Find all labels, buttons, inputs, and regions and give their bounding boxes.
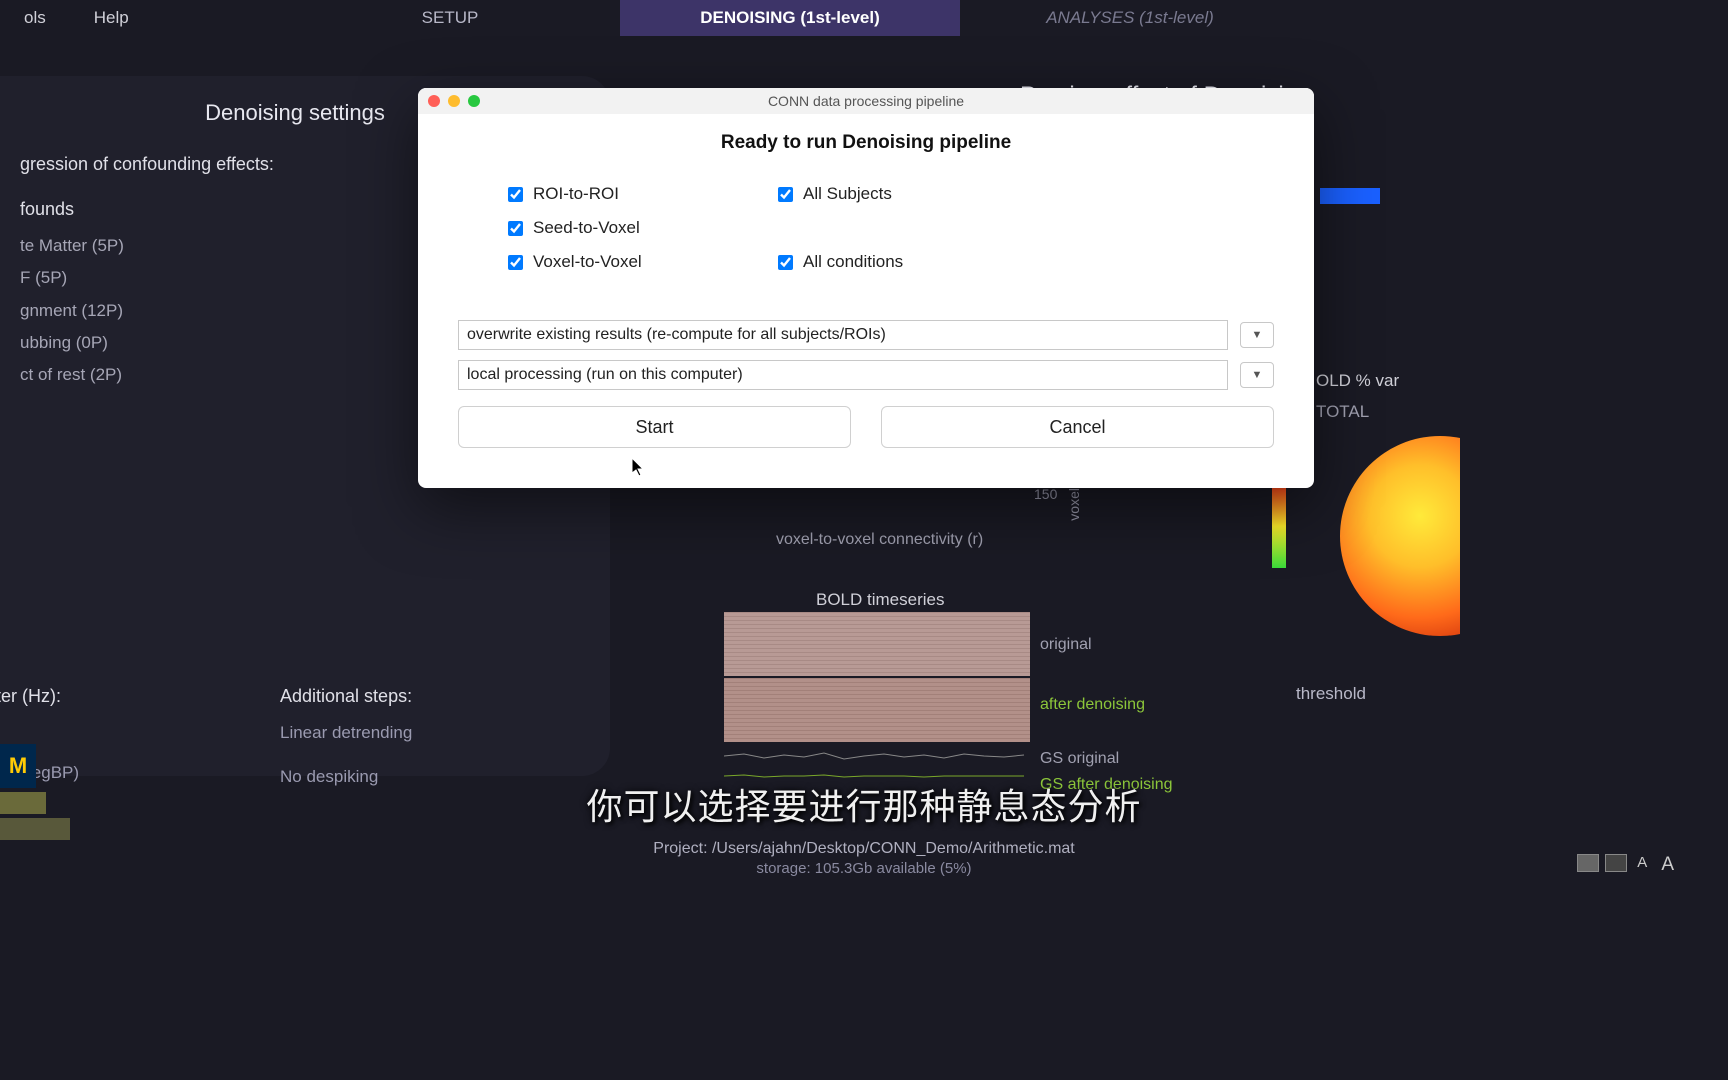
dialog-titlebar[interactable]: CONN data processing pipeline <box>418 88 1314 114</box>
chevron-down-icon[interactable]: ▼ <box>1240 322 1274 348</box>
top-tabs: SETUP DENOISING (1st-level) ANALYSES (1s… <box>280 0 1728 36</box>
chevron-down-icon[interactable]: ▼ <box>1240 362 1274 388</box>
v2v-caption: voxel-to-voxel connectivity (r) <box>776 531 983 549</box>
combo-processing-input[interactable] <box>458 360 1228 390</box>
checkbox-input[interactable] <box>508 221 523 236</box>
carpet-original[interactable] <box>724 612 1030 676</box>
run-denoising-dialog: CONN data processing pipeline Ready to r… <box>418 88 1314 488</box>
checkbox-input[interactable] <box>508 187 523 202</box>
label-after-denoising: after denoising <box>1040 696 1145 714</box>
display-controls: A A <box>1577 854 1678 876</box>
dialog-buttons: Start Cancel <box>458 406 1274 448</box>
histogram-bar <box>1320 188 1380 204</box>
filter-value[interactable]: 09] <box>0 725 79 745</box>
start-button[interactable]: Start <box>458 406 851 448</box>
label-gs-original: GS original <box>1040 750 1119 768</box>
v2v-ylabel: voxel <box>1066 488 1082 521</box>
total-label: TOTAL <box>1316 402 1369 422</box>
dialog-window-title: CONN data processing pipeline <box>418 93 1314 109</box>
additional-label: Additional steps: <box>280 686 412 707</box>
checkbox-input[interactable] <box>508 255 523 270</box>
label-original: original <box>1040 636 1092 654</box>
checkbox-label: ROI-to-ROI <box>533 184 619 204</box>
tab-analyses[interactable]: ANALYSES (1st-level) <box>960 0 1300 36</box>
menu-help[interactable]: Help <box>70 8 153 28</box>
gs-original-trace <box>724 748 1030 764</box>
filter-label: ss filter (Hz): <box>0 686 79 707</box>
combo-overwrite-input[interactable] <box>458 320 1228 350</box>
swatch-2[interactable] <box>1605 854 1627 872</box>
status-storage: storage: 105.3Gb available (5%) <box>0 860 1728 877</box>
check-voxel-to-voxel[interactable]: Voxel-to-Voxel <box>508 252 778 272</box>
checkbox-label: Seed-to-Voxel <box>533 218 640 238</box>
checkbox-label: Voxel-to-Voxel <box>533 252 642 272</box>
checkbox-label: All Subjects <box>803 184 892 204</box>
swatch-1[interactable] <box>1577 854 1599 872</box>
check-all-conditions[interactable]: All conditions <box>778 252 1048 272</box>
dialog-heading: Ready to run Denoising pipeline <box>458 132 1274 154</box>
additional-steps: Additional steps: Linear detrending No d… <box>280 672 412 787</box>
dialog-checkboxes: ROI-to-ROI All Subjects Seed-to-Voxel Vo… <box>508 184 1274 272</box>
status-storage-text: storage: 105.3Gb available (5%) <box>756 860 971 877</box>
check-all-subjects[interactable]: All Subjects <box>778 184 1048 204</box>
bold-timeseries-title: BOLD timeseries <box>816 590 944 610</box>
v2v-tick-150: 150 <box>1034 486 1057 502</box>
checkbox-label: All conditions <box>803 252 903 272</box>
brain-map[interactable] <box>1340 436 1460 636</box>
bold-var-label: OLD % var <box>1316 371 1399 391</box>
font-size-small[interactable]: A <box>1633 854 1651 876</box>
cancel-button[interactable]: Cancel <box>881 406 1274 448</box>
tab-denoising[interactable]: DENOISING (1st-level) <box>620 0 960 36</box>
colorbar <box>1272 484 1286 568</box>
video-subtitle: 你可以选择要进行那种静息态分析 <box>0 778 1728 830</box>
tab-setup[interactable]: SETUP <box>280 0 620 36</box>
font-size-large[interactable]: A <box>1657 854 1678 876</box>
carpet-after[interactable] <box>724 678 1030 742</box>
checkbox-input[interactable] <box>778 255 793 270</box>
combo-processing: ▼ <box>458 360 1274 390</box>
check-roi-to-roi[interactable]: ROI-to-ROI <box>508 184 778 204</box>
additional-detrending[interactable]: Linear detrending <box>280 723 412 743</box>
threshold-label: threshold <box>1296 684 1366 704</box>
checkbox-input[interactable] <box>778 187 793 202</box>
check-seed-to-voxel[interactable]: Seed-to-Voxel <box>508 218 778 238</box>
combo-overwrite: ▼ <box>458 320 1274 350</box>
status-project: Project: /Users/ajahn/Desktop/CONN_Demo/… <box>0 840 1728 858</box>
menu-tools[interactable]: ols <box>0 8 70 28</box>
